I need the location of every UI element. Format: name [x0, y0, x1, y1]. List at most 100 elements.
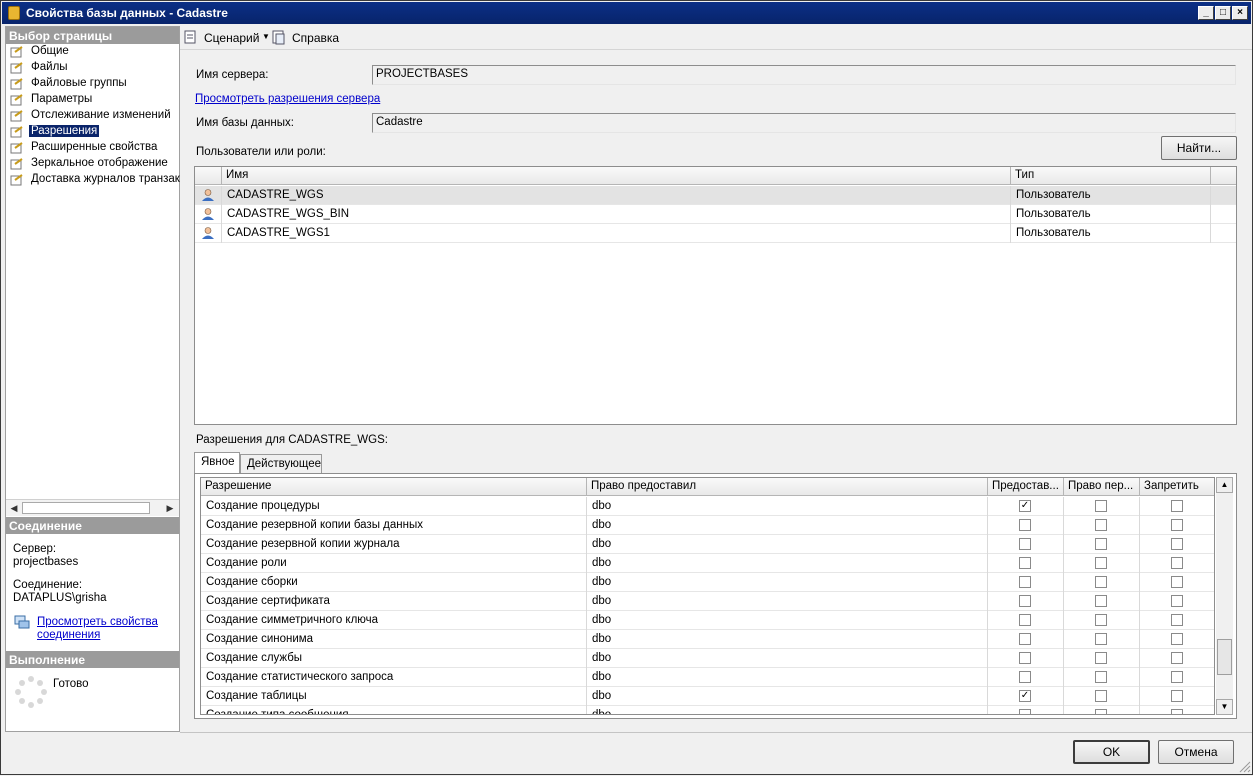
- deny-checkbox[interactable]: [1171, 690, 1183, 702]
- with-grant-checkbox[interactable]: [1095, 614, 1107, 626]
- with-grant-checkbox[interactable]: [1095, 519, 1107, 531]
- permission-row[interactable]: Создание резервной копии базы данных dbo: [201, 516, 1214, 535]
- minimize-button[interactable]: _: [1198, 6, 1214, 20]
- with-grant-checkbox[interactable]: [1095, 538, 1107, 550]
- script-button[interactable]: Сценарий ▼: [184, 29, 270, 47]
- permission-row[interactable]: Создание роли dbo: [201, 554, 1214, 573]
- permission-row[interactable]: Создание типа сообщения dbo: [201, 706, 1214, 714]
- tab-explicit[interactable]: Явное: [194, 452, 240, 474]
- users-type-column-header[interactable]: Тип: [1011, 167, 1211, 185]
- scroll-thumb[interactable]: [22, 502, 150, 514]
- nav-item[interactable]: Зеркальное отображение: [10, 156, 180, 172]
- ok-button[interactable]: OK: [1073, 740, 1150, 764]
- grant-checkbox[interactable]: [1019, 633, 1031, 645]
- deny-checkbox[interactable]: [1171, 500, 1183, 512]
- permission-column-header[interactable]: Разрешение: [201, 478, 587, 496]
- title-bar[interactable]: Свойства базы данных - Cadastre _ □ ×: [2, 2, 1251, 24]
- permission-row[interactable]: Создание синонима dbo: [201, 630, 1214, 649]
- nav-item[interactable]: Файлы: [10, 60, 180, 76]
- grant-checkbox[interactable]: ✓: [1019, 690, 1031, 702]
- with-grant-checkbox[interactable]: [1095, 633, 1107, 645]
- with-grant-column-header[interactable]: Право пер...: [1064, 478, 1140, 496]
- page-list-hscrollbar[interactable]: ◀ ▶: [6, 499, 179, 516]
- grant-checkbox[interactable]: [1019, 576, 1031, 588]
- nav-item[interactable]: Расширенные свойства: [10, 140, 180, 156]
- permission-row[interactable]: Создание таблицы dbo ✓: [201, 687, 1214, 706]
- deny-checkbox[interactable]: [1171, 519, 1183, 531]
- permissions-scroll-thumb[interactable]: [1217, 639, 1232, 675]
- users-grid-row[interactable]: CADASTRE_WGS1 Пользователь: [195, 224, 1236, 243]
- help-button[interactable]: Справка: [272, 29, 352, 47]
- resize-grip-icon[interactable]: [1239, 761, 1251, 773]
- grant-checkbox[interactable]: [1019, 595, 1031, 607]
- scroll-right-icon[interactable]: ▶: [163, 501, 177, 515]
- view-connection-link-line1[interactable]: Просмотреть свойства: [37, 616, 158, 628]
- permission-row[interactable]: Создание статистического запроса dbo: [201, 668, 1214, 687]
- deny-checkbox[interactable]: [1171, 614, 1183, 626]
- permission-name-cell: Создание статистического запроса: [201, 668, 587, 687]
- with-grant-checkbox[interactable]: [1095, 595, 1107, 607]
- permission-row[interactable]: Создание службы dbo: [201, 649, 1214, 668]
- with-grant-checkbox[interactable]: [1095, 500, 1107, 512]
- dropdown-arrow-icon[interactable]: ▼: [262, 32, 270, 41]
- close-button[interactable]: ×: [1232, 6, 1248, 20]
- deny-checkbox-cell: [1140, 535, 1214, 554]
- permissions-vscrollbar[interactable]: ▲ ▼: [1216, 477, 1233, 715]
- deny-column-header[interactable]: Запретить: [1140, 478, 1214, 496]
- deny-checkbox[interactable]: [1171, 557, 1183, 569]
- grant-checkbox[interactable]: [1019, 614, 1031, 626]
- nav-item[interactable]: Параметры: [10, 92, 180, 108]
- scroll-down-icon[interactable]: ▼: [1216, 699, 1233, 715]
- deny-checkbox[interactable]: [1171, 576, 1183, 588]
- nav-item[interactable]: Отслеживание изменений: [10, 108, 180, 124]
- view-connection-link-line2[interactable]: соединения: [37, 629, 100, 641]
- grant-checkbox-cell: [988, 630, 1064, 649]
- with-grant-checkbox-cell: [1064, 592, 1140, 611]
- grant-checkbox[interactable]: [1019, 652, 1031, 664]
- deny-checkbox[interactable]: [1171, 538, 1183, 550]
- permission-name-cell: Создание симметричного ключа: [201, 611, 587, 630]
- view-connection-properties-link[interactable]: Просмотреть свойства соединения: [37, 616, 158, 642]
- users-icon-column-header: [195, 167, 222, 185]
- users-grid-row[interactable]: CADASTRE_WGS Пользователь: [195, 186, 1236, 205]
- nav-item[interactable]: Разрешения: [10, 124, 180, 140]
- scroll-up-icon[interactable]: ▲: [1216, 477, 1233, 493]
- grant-checkbox[interactable]: ✓: [1019, 500, 1031, 512]
- cancel-button[interactable]: Отмена: [1158, 740, 1234, 764]
- users-grid-row[interactable]: CADASTRE_WGS_BIN Пользователь: [195, 205, 1236, 224]
- deny-checkbox[interactable]: [1171, 595, 1183, 607]
- nav-item[interactable]: Доставка журналов транзакций: [10, 172, 180, 188]
- permission-row[interactable]: Создание симметричного ключа dbo: [201, 611, 1214, 630]
- find-button[interactable]: Найти...: [1161, 136, 1237, 160]
- nav-item[interactable]: Файловые группы: [10, 76, 180, 92]
- view-server-permissions-link[interactable]: Просмотреть разрешения сервера: [195, 93, 380, 105]
- grant-checkbox[interactable]: [1019, 519, 1031, 531]
- tab-effective[interactable]: Действующее: [240, 454, 322, 474]
- with-grant-checkbox[interactable]: [1095, 671, 1107, 683]
- grant-checkbox[interactable]: [1019, 557, 1031, 569]
- deny-checkbox[interactable]: [1171, 652, 1183, 664]
- with-grant-checkbox[interactable]: [1095, 652, 1107, 664]
- grantor-column-header[interactable]: Право предоставил: [587, 478, 988, 496]
- grant-checkbox[interactable]: [1019, 671, 1031, 683]
- permission-row[interactable]: Создание процедуры dbo ✓: [201, 497, 1214, 516]
- nav-item[interactable]: Общие: [10, 44, 180, 60]
- with-grant-checkbox[interactable]: [1095, 576, 1107, 588]
- permission-row[interactable]: Создание сборки dbo: [201, 573, 1214, 592]
- deny-checkbox[interactable]: [1171, 709, 1183, 714]
- with-grant-checkbox[interactable]: [1095, 557, 1107, 569]
- with-grant-checkbox[interactable]: [1095, 709, 1107, 714]
- permission-row[interactable]: Создание резервной копии журнала dbo: [201, 535, 1214, 554]
- with-grant-checkbox[interactable]: [1095, 690, 1107, 702]
- connection-header: Соединение: [6, 517, 179, 534]
- permission-row[interactable]: Создание сертификата dbo: [201, 592, 1214, 611]
- grant-checkbox[interactable]: [1019, 538, 1031, 550]
- deny-checkbox[interactable]: [1171, 671, 1183, 683]
- maximize-button[interactable]: □: [1215, 6, 1231, 20]
- users-name-column-header[interactable]: Имя: [222, 167, 1011, 185]
- grant-checkbox[interactable]: [1019, 709, 1031, 714]
- grant-column-header[interactable]: Предостав...: [988, 478, 1064, 496]
- permission-name-cell: Создание сборки: [201, 573, 587, 592]
- deny-checkbox[interactable]: [1171, 633, 1183, 645]
- scroll-left-icon[interactable]: ◀: [7, 501, 21, 515]
